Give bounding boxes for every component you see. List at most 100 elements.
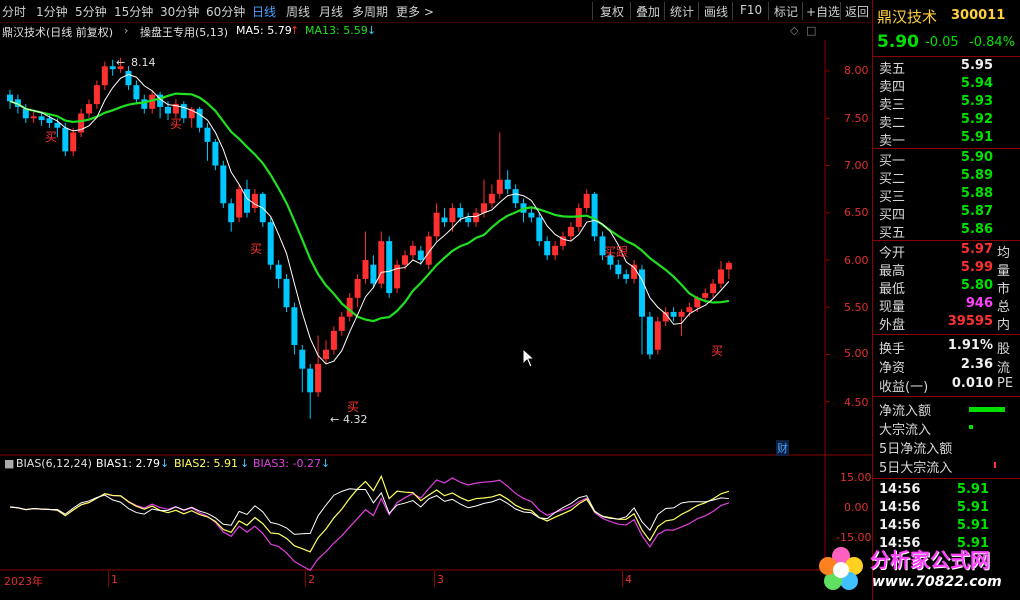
more-periods-button[interactable]: 更多 >: [396, 3, 434, 20]
candle-body: [30, 116, 37, 119]
candle-body: [409, 245, 416, 256]
candle-body: [441, 217, 448, 223]
watermark-logo: 分析家公式网 www.70822.com: [812, 540, 1020, 598]
candle-body: [536, 217, 543, 242]
stat-label: 换手: [879, 342, 906, 357]
ma5-value: MA5: 5.79: [236, 24, 292, 37]
candle-body: [46, 118, 53, 123]
price-axis-label: 7.00: [844, 159, 869, 172]
tick-time: 14:56: [879, 518, 921, 533]
buy-signal-label: 买: [170, 117, 183, 131]
candle-body: [204, 127, 211, 142]
period-tab-daily[interactable]: 日线: [252, 3, 276, 20]
period-tab-monthly[interactable]: 月线: [319, 3, 343, 20]
flow-row: 5日大宗流入: [879, 457, 952, 476]
ask-label: 卖三: [879, 98, 906, 113]
stat-value: 946: [965, 296, 993, 311]
candle-body: [220, 165, 227, 204]
period-tab-5min[interactable]: 5分钟: [75, 3, 107, 20]
bias1-value: BIAS1: 2.79: [96, 457, 160, 470]
candle-body: [354, 278, 361, 298]
ask-row: 卖一 5.91: [879, 130, 1019, 149]
price-axis-label: 6.00: [844, 254, 869, 267]
square-icon[interactable]: □: [806, 24, 816, 37]
tick-row: 14:56 5.91: [879, 518, 1019, 536]
statistics-button[interactable]: 统计: [670, 3, 694, 20]
candle-body: [299, 349, 306, 369]
bias-axis-label: 15.00: [840, 471, 872, 484]
diamond-icon[interactable]: ◇: [790, 24, 798, 37]
flow-row: 大宗流入: [879, 419, 931, 438]
period-tab-multi[interactable]: 多周期: [352, 3, 388, 20]
finance-marker[interactable]: 财: [776, 440, 789, 456]
candle-body: [583, 193, 590, 209]
date-label: 2: [308, 573, 315, 586]
indicator-info-line: 鼎汉技术(日线 前复权) › 操盘王专用(5,13) MA5: 5.79 ↑ M…: [0, 22, 825, 40]
period-tab-30min[interactable]: 30分钟: [160, 3, 199, 20]
bid-row: 买五 5.86: [879, 222, 1019, 241]
ask-price: 5.95: [960, 58, 993, 73]
candle-body: [567, 226, 574, 237]
candle-body: [330, 330, 337, 350]
stat-tail: 股: [997, 342, 1011, 357]
buy-signal-label: 买: [250, 242, 263, 256]
tick-time: 14:56: [879, 482, 921, 497]
bias2-arrow-icon: ↓: [240, 457, 250, 470]
period-tab-60min[interactable]: 60分钟: [206, 3, 245, 20]
candle-body: [196, 108, 203, 128]
ma13-value: MA13: 5.59: [305, 24, 368, 37]
stat-value: 39595: [947, 314, 993, 329]
stat-row: 收益(一) 0.010 PE: [879, 376, 1019, 395]
candle-body: [109, 66, 116, 70]
stat-label: 现量: [879, 300, 906, 315]
date-axis: 2023年 1 2 3 4: [0, 571, 825, 589]
candle-body: [465, 217, 472, 223]
f10-button[interactable]: F10: [740, 3, 762, 17]
overlay-button[interactable]: 叠加: [636, 3, 660, 20]
back-button[interactable]: 返回: [845, 3, 869, 20]
candle-body: [165, 106, 171, 114]
period-tab-timeshare[interactable]: 分时: [2, 3, 26, 20]
bias-indicator-name[interactable]: BIAS(6,12,24): [16, 457, 92, 470]
stat-tail: 量: [997, 264, 1011, 279]
ask-row: 卖三 5.93: [879, 94, 1019, 113]
buy-signal-label: 买: [711, 344, 724, 358]
ask-price: 5.94: [960, 76, 993, 91]
adjust-button[interactable]: 复权: [600, 3, 624, 20]
candle-body: [38, 116, 45, 121]
ma5-arrow-icon: ↑: [290, 24, 300, 37]
add-watchlist-button[interactable]: +自选: [806, 3, 840, 20]
stock-title: 鼎汉技术(日线 前复权): [2, 26, 114, 39]
period-high-label: 8.14: [131, 56, 156, 69]
flower-logo-icon: [819, 547, 863, 590]
candle-body: [686, 307, 693, 312]
chevron-right-icon[interactable]: ›: [124, 24, 128, 37]
ask-price: 5.91: [960, 130, 993, 145]
indicator-name[interactable]: 操盘王专用(5,13): [140, 24, 228, 40]
period-tab-weekly[interactable]: 周线: [286, 3, 310, 20]
bid-label: 买三: [879, 190, 906, 205]
candle-body: [670, 311, 677, 317]
watermark-url: www.70822.com: [872, 574, 1002, 590]
ask-price: 5.93: [960, 94, 993, 109]
price-change: -0.05: [925, 35, 959, 50]
stock-code: 300011: [951, 8, 1006, 23]
tick-row: 14:56 5.91: [879, 500, 1019, 518]
candle-body: [338, 316, 345, 331]
candle-body: [481, 203, 487, 213]
kline-chart[interactable]: [0, 40, 872, 600]
mark-button[interactable]: 标记: [774, 3, 798, 20]
date-label: 2023年: [4, 575, 43, 588]
candle-body: [457, 208, 464, 218]
stat-label: 收益(一): [879, 380, 929, 395]
date-label: 4: [625, 573, 632, 586]
period-tab-1min[interactable]: 1分钟: [36, 3, 68, 20]
stat-tail: 总: [997, 300, 1011, 315]
price-axis-label: 4.50: [844, 396, 869, 409]
candle-body: [86, 104, 92, 114]
bid-price: 5.86: [960, 222, 993, 237]
draw-line-button[interactable]: 画线: [704, 3, 728, 20]
candle-body: [433, 212, 440, 237]
period-tab-15min[interactable]: 15分钟: [114, 3, 153, 20]
stat-value: 1.91%: [947, 338, 993, 353]
